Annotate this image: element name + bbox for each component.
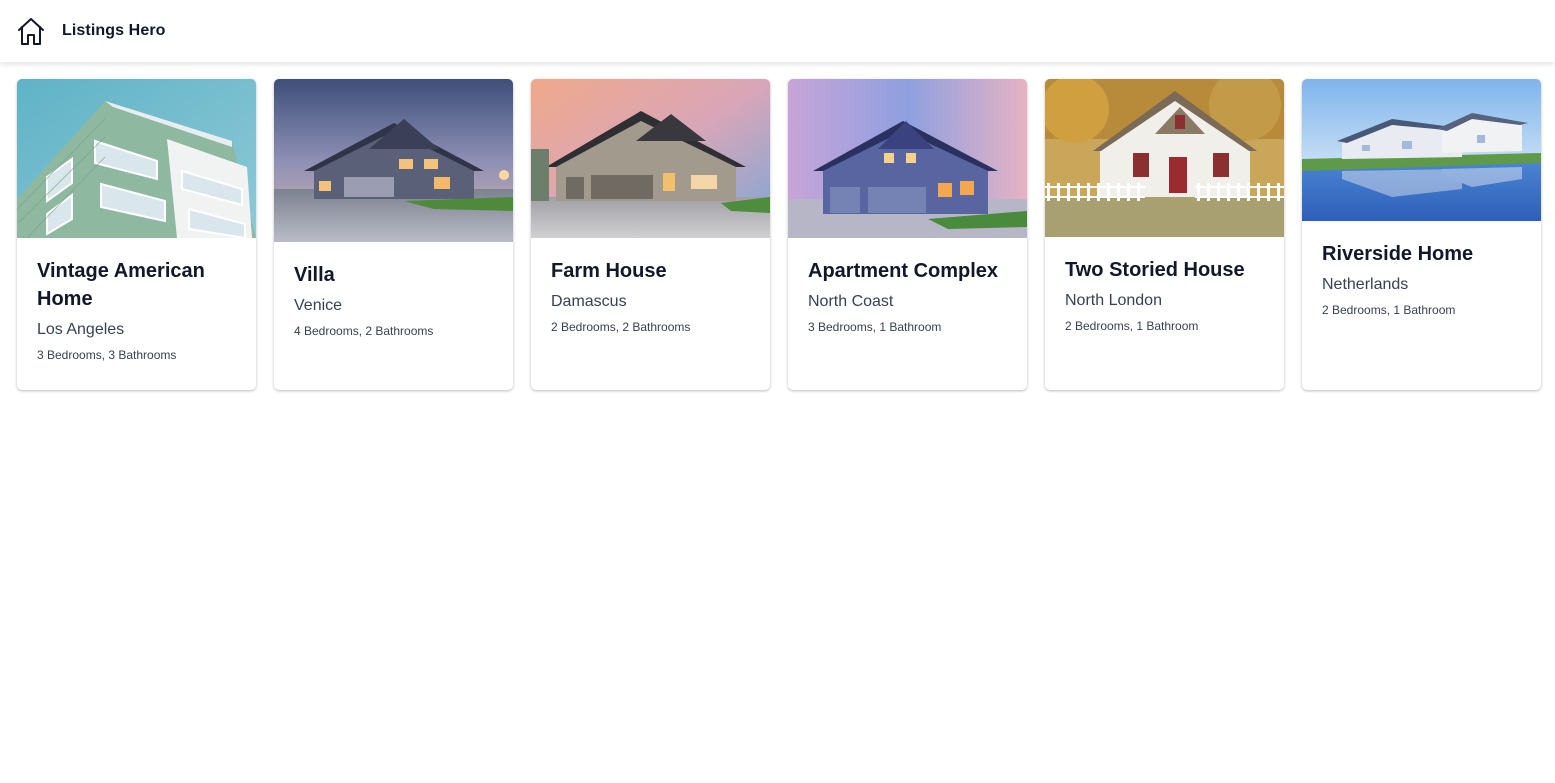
listing-title: Villa bbox=[294, 264, 335, 286]
listing-rooms: 3 Bedrooms, 1 Bathroom bbox=[808, 320, 942, 334]
listing-card[interactable]: Apartment Complex North Coast 3 Bedrooms… bbox=[788, 79, 1027, 390]
listing-rooms: 2 Bedrooms, 2 Bathrooms bbox=[551, 320, 691, 334]
villa-photo bbox=[274, 79, 513, 242]
listing-card[interactable]: Villa Venice 4 Bedrooms, 2 Bathrooms bbox=[274, 79, 513, 390]
listing-rooms: 3 Bedrooms, 3 Bathrooms bbox=[37, 348, 177, 362]
home-icon bbox=[18, 18, 44, 45]
listing-title: Farm House bbox=[551, 260, 667, 282]
apartment-building-photo bbox=[17, 79, 256, 238]
listing-title: Two Storied House bbox=[1065, 259, 1245, 281]
listing-card[interactable]: Two Storied House North London 2 Bedroom… bbox=[1045, 79, 1284, 390]
listing-location: Netherlands bbox=[1322, 276, 1409, 293]
listing-location: Damascus bbox=[551, 293, 627, 310]
top-navbar: Listings Hero bbox=[0, 0, 1555, 62]
listing-location: North Coast bbox=[808, 293, 894, 310]
listing-card[interactable]: Farm House Damascus 2 Bedrooms, 2 Bathro… bbox=[531, 79, 770, 390]
brand-title: Listings Hero bbox=[62, 22, 166, 39]
riverside-home-photo bbox=[1302, 79, 1541, 221]
listing-title: Vintage American Home bbox=[37, 260, 205, 310]
listing-location: Venice bbox=[294, 297, 343, 314]
listing-rooms: 2 Bedrooms, 1 Bathroom bbox=[1322, 303, 1456, 317]
listing-rooms: 2 Bedrooms, 1 Bathroom bbox=[1065, 319, 1199, 333]
two-storied-house-photo bbox=[1045, 79, 1284, 237]
listings-grid: Vintage American Home Los Angeles 3 Bedr… bbox=[17, 79, 1541, 390]
apartment-complex-photo bbox=[788, 79, 1027, 238]
listing-card[interactable]: Vintage American Home Los Angeles 3 Bedr… bbox=[17, 79, 256, 390]
home-link[interactable]: Listings Hero bbox=[0, 0, 166, 62]
farm-house-photo bbox=[531, 79, 770, 238]
listing-title: Apartment Complex bbox=[808, 260, 999, 282]
listing-card[interactable]: Riverside Home Netherlands 2 Bedrooms, 1… bbox=[1302, 79, 1541, 390]
listing-title: Riverside Home bbox=[1322, 243, 1474, 265]
listing-location: Los Angeles bbox=[37, 321, 125, 338]
listing-rooms: 4 Bedrooms, 2 Bathrooms bbox=[294, 324, 434, 338]
listing-location: North London bbox=[1065, 292, 1162, 309]
